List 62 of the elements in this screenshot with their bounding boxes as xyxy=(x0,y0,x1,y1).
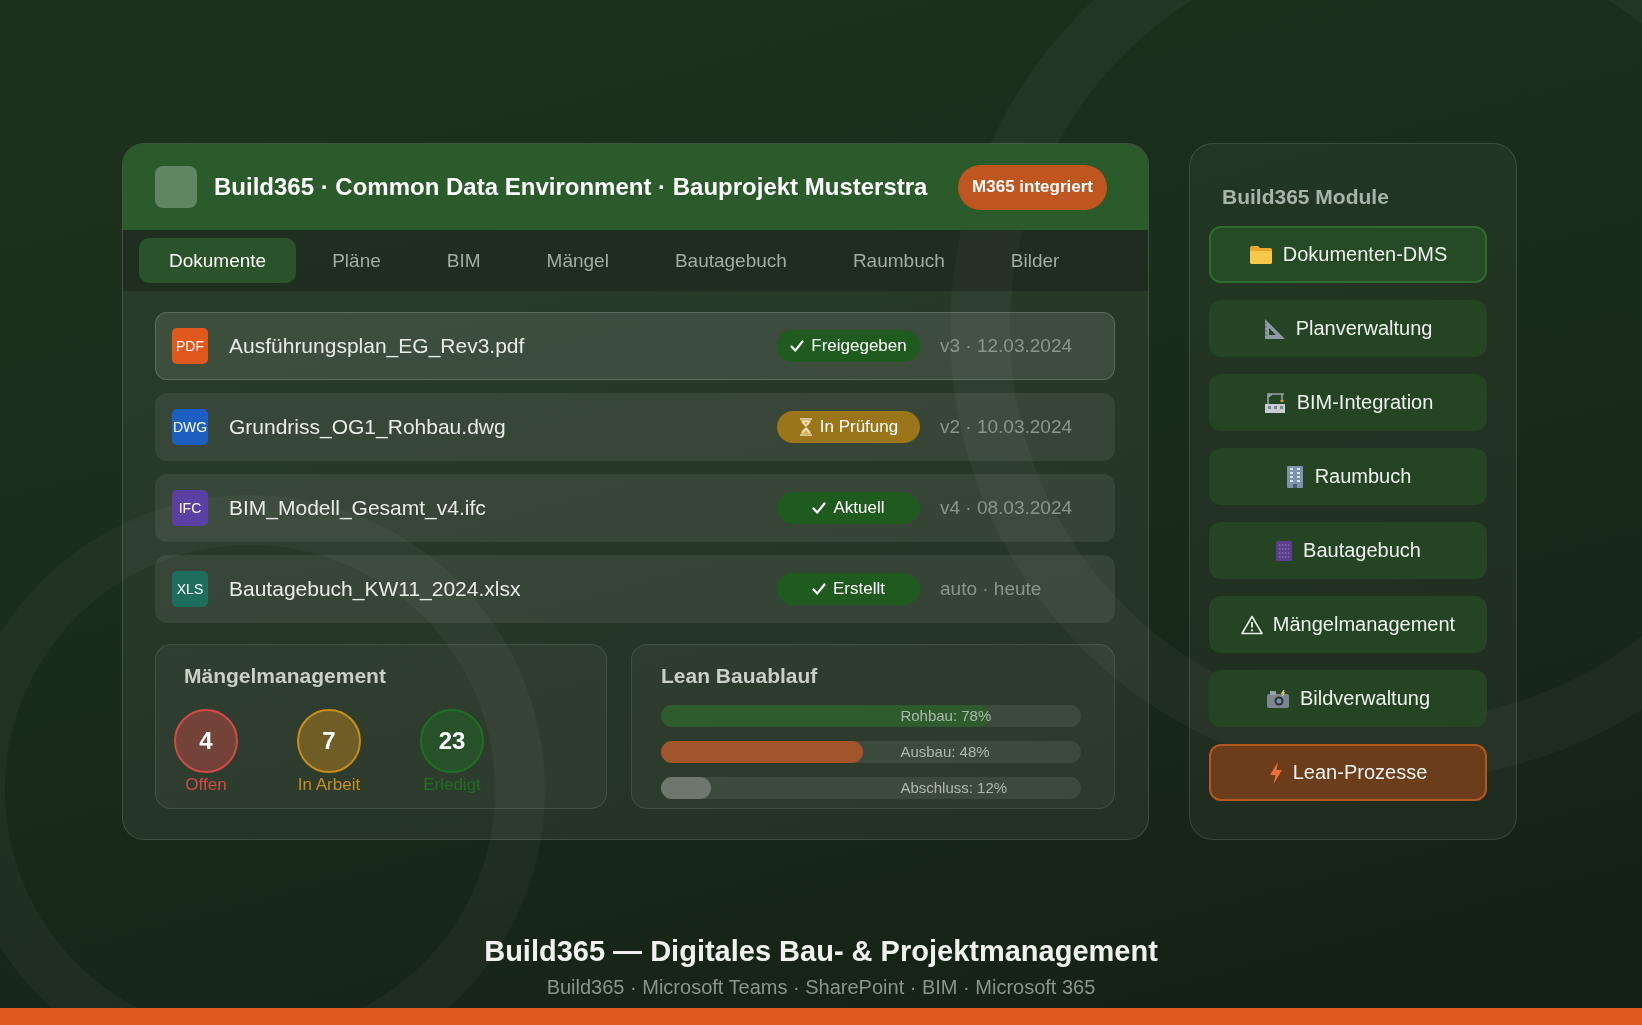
tab[interactable]: BIM xyxy=(416,238,511,283)
module-button[interactable]: BIM-Integration xyxy=(1209,374,1487,431)
file-type-badge: IFC xyxy=(172,490,208,526)
logo-tile-icon xyxy=(155,166,197,208)
document-row[interactable]: XLS Bautagebuch_KW11_2024.xlsx Erstellt auto · heute xyxy=(155,555,1115,623)
status-label: Erstellt xyxy=(833,579,885,599)
document-row[interactable]: DWG Grundriss_OG1_Rohbau.dwg In Prüfung v2 · 10.03.2024 xyxy=(155,393,1115,461)
warning-icon xyxy=(1240,614,1263,635)
status-label: In Prüfung xyxy=(819,417,899,437)
tab[interactable]: Dokumente xyxy=(139,238,297,283)
lightning-icon xyxy=(1268,760,1283,785)
status-label: Aktuell xyxy=(833,498,885,518)
folder-icon xyxy=(1248,244,1273,265)
module-button[interactable]: Dokumenten-DMS xyxy=(1209,226,1487,283)
status-label: Freigegeben xyxy=(811,336,907,356)
file-type-badge: PDF xyxy=(172,328,208,364)
version-date: v2 · 10.03.2024 xyxy=(940,416,1074,438)
hourglass-icon xyxy=(798,418,813,436)
progress-label: Rohbau: 78% xyxy=(900,706,992,726)
module-button[interactable]: Bautagebuch xyxy=(1209,522,1487,579)
version-date: v3 · 12.03.2024 xyxy=(940,335,1074,357)
file-name: Bautagebuch_KW11_2024.xlsx xyxy=(229,577,522,601)
module-button[interactable]: Planverwaltung xyxy=(1209,300,1487,357)
defect-count: 4 xyxy=(174,709,238,773)
defect-status-label: In Arbeit xyxy=(297,775,361,795)
camera-icon xyxy=(1265,688,1290,709)
document-row[interactable]: IFC BIM_Modell_Gesamt_v4.ifc Aktuell v4 · 08.03.2024 xyxy=(155,474,1115,542)
version-date: auto · heute xyxy=(940,578,1043,600)
file-type-badge: DWG xyxy=(172,409,208,445)
document-row[interactable]: PDF Ausführungsplan_EG_Rev3.pdf Freigegeben v3 · 12.03.2024 xyxy=(155,312,1115,380)
check-icon xyxy=(812,501,827,515)
version-date: v4 · 08.03.2024 xyxy=(940,497,1074,519)
file-name: BIM_Modell_Gesamt_v4.ifc xyxy=(229,496,487,520)
tab[interactable]: Bilder xyxy=(980,238,1090,283)
notebook-icon xyxy=(1275,539,1294,562)
module-button[interactable]: Raumbuch xyxy=(1209,448,1487,505)
defect-count: 7 xyxy=(297,709,361,773)
tab[interactable]: Pläne xyxy=(302,238,411,283)
office-building-icon xyxy=(1284,464,1305,489)
panel-title: Build365 Module xyxy=(1222,185,1390,209)
file-name: Grundriss_OG1_Rohbau.dwg xyxy=(229,415,507,439)
defect-status-label: Offen xyxy=(185,775,227,795)
tab[interactable]: Raumbuch xyxy=(822,238,975,283)
integration-badge: M365 integriert xyxy=(958,164,1107,210)
file-type-badge: XLS xyxy=(172,571,208,607)
module-button[interactable]: Mängelmanagement xyxy=(1209,596,1487,653)
file-name: Ausführungsplan_EG_Rev3.pdf xyxy=(229,334,526,358)
panel-title: Mängelmanagement xyxy=(184,664,387,688)
module-button[interactable]: Lean-Prozesse xyxy=(1209,744,1487,801)
progress-label: Ausbau: 48% xyxy=(900,742,990,762)
footer-subtitle: Build365 · Microsoft Teams · SharePoint · BIM · Microsoft 365 xyxy=(546,975,1096,999)
tab[interactable]: Mängel xyxy=(516,238,639,283)
tab[interactable]: Bautagebuch xyxy=(644,238,817,283)
progress-label: Abschluss: 12% xyxy=(900,778,1008,798)
defect-count: 23 xyxy=(420,709,484,773)
check-icon xyxy=(812,582,826,596)
footer-title: Build365 — Digitales Bau- & Projektmanagement xyxy=(484,934,1158,969)
window-title: Build365 · Common Data Environment · Bauprojekt Musterstra xyxy=(214,173,929,201)
module-button[interactable]: Bildverwaltung xyxy=(1209,670,1487,727)
crane-building-icon xyxy=(1262,391,1287,414)
check-icon xyxy=(790,339,805,353)
panel-title: Lean Bauablauf xyxy=(661,664,819,688)
